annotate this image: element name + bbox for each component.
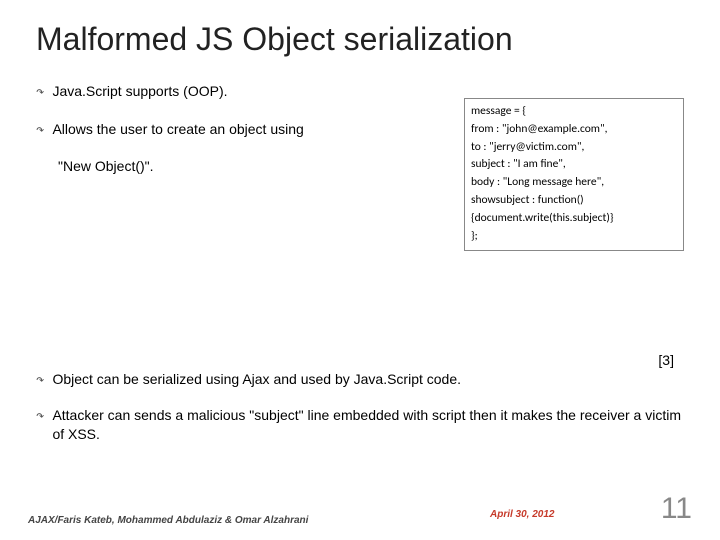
upper-bullets: ↷ Java.Script supports (OOP). ↷ Allows t… [36,82,446,173]
bullet-text: Attacker can sends a malicious "subject"… [52,406,684,445]
bullet-text: Object can be serialized using Ajax and … [52,370,684,390]
lower-bullets: ↷ Object can be serialized using Ajax an… [36,370,684,459]
bullet-item: ↷ Java.Script supports (OOP). [36,82,446,104]
bullet-continuation: "New Object()". [58,158,446,174]
bullet-glyph-icon: ↷ [36,122,44,142]
bullet-item: ↷ Allows the user to create an object us… [36,120,446,142]
citation-ref: [3] [658,352,674,368]
code-line: }; [471,228,677,246]
page-number: 11 [661,492,692,526]
code-line: {document.write(this.subject)} [471,210,677,228]
footer-authors: AJAX/Faris Kateb, Mohammed Abdulaziz & O… [28,515,308,526]
code-line: message = { [471,103,677,121]
bullet-item: ↷ Attacker can sends a malicious "subjec… [36,406,684,445]
footer: AJAX/Faris Kateb, Mohammed Abdulaziz & O… [28,492,692,526]
bullet-text: Java.Script supports (OOP). [52,82,446,102]
bullet-glyph-icon: ↷ [36,84,44,104]
code-line: to : "jerry@victim.com", [471,139,677,157]
code-line: body : "Long message here", [471,174,677,192]
slide-title: Malformed JS Object serialization [36,20,684,58]
slide: Malformed JS Object serialization ↷ Java… [0,0,720,540]
code-line: showsubject : function() [471,192,677,210]
bullet-item: ↷ Object can be serialized using Ajax an… [36,370,684,392]
bullet-glyph-icon: ↷ [36,408,44,428]
bullet-glyph-icon: ↷ [36,372,44,392]
bullet-text: Allows the user to create an object usin… [52,120,446,140]
code-line: from : "john@example.com", [471,121,677,139]
code-snippet-box: message = { from : "john@example.com", t… [464,98,684,251]
code-line: subject : "I am fine", [471,156,677,174]
